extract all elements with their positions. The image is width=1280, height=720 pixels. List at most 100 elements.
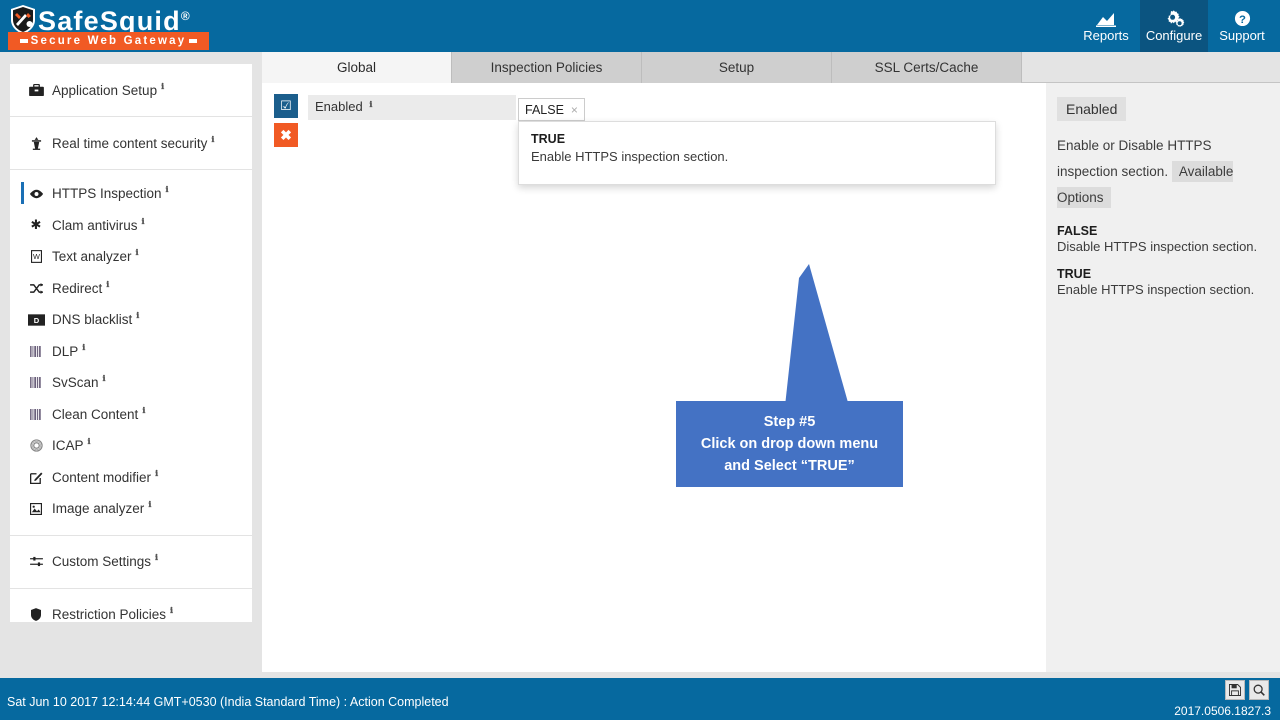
info-panel-title: Enabled (1057, 97, 1126, 121)
sidebar-label-image-analyzer: Image analyzer (52, 501, 144, 516)
info-icon[interactable]: ℹ (103, 374, 106, 383)
tab-ssl-certs-cache[interactable]: SSL Certs/Cache (832, 52, 1022, 83)
sidebar-item-clean-content[interactable]: Clean Content ℹ (10, 399, 252, 431)
sidebar-item-application-setup[interactable]: Application Setup ℹ (10, 64, 252, 116)
clear-icon[interactable]: × (571, 103, 578, 117)
asterisk-icon: ✱ (26, 217, 46, 233)
eye-icon (26, 189, 46, 199)
info-icon[interactable]: ℹ (148, 500, 151, 509)
sidebar-label-clam-antivirus: Clam antivirus (52, 218, 138, 233)
sidebar-label-https-inspection: HTTPS Inspection (52, 186, 162, 201)
sidebar-item-image-analyzer[interactable]: Image analyzer ℹ (10, 493, 252, 525)
tab-global[interactable]: Global (262, 52, 452, 83)
info-option-desc-true: Enable HTTPS inspection section. (1057, 282, 1270, 297)
info-icon[interactable]: ℹ (369, 100, 372, 109)
app-header: SafeSquid® Secure Web Gateway Reports (0, 0, 1280, 52)
info-panel: Enabled Enable or Disable HTTPS inspecti… (1046, 83, 1280, 672)
enabled-select[interactable]: FALSE × (518, 98, 585, 121)
question-circle-icon: ? (1234, 10, 1251, 28)
sidebar-label-custom-settings: Custom Settings (52, 554, 151, 569)
brand-logo[interactable]: SafeSquid® Secure Web Gateway (6, 0, 211, 52)
tab-setup[interactable]: Setup (642, 52, 832, 83)
enable-checkbox-button[interactable]: ☑ (274, 94, 298, 118)
briefcase-icon (26, 84, 46, 96)
sidebar-item-https-inspection[interactable]: HTTPS Inspection ℹ (10, 178, 252, 210)
sidebar-item-dlp[interactable]: DLP ℹ (10, 336, 252, 368)
info-icon[interactable]: ℹ (136, 248, 139, 257)
info-icon[interactable]: ℹ (155, 469, 158, 478)
barcode-icon (26, 377, 46, 388)
info-icon[interactable]: ℹ (142, 217, 145, 226)
delete-row-button[interactable]: ✖ (274, 123, 298, 147)
info-icon[interactable]: ℹ (142, 406, 145, 415)
sidebar-navigation: Application Setup ℹ Real time content se… (10, 64, 252, 622)
sidebar-label-restriction-policies: Restriction Policies (52, 607, 166, 622)
topnav-item-support[interactable]: ? Support (1208, 0, 1276, 52)
main-content: ☑ ✖ Enabled ℹ FALSE × TRUE Enable HTTPS … (262, 83, 1046, 672)
dns-box-icon: D (26, 314, 46, 326)
gear-outline-icon (26, 439, 46, 452)
gears-icon (1163, 10, 1185, 28)
info-option-title-false: FALSE (1057, 224, 1270, 238)
sidebar-item-custom-settings[interactable]: Custom Settings ℹ (10, 536, 252, 588)
tab-label-ssl-certs-cache: SSL Certs/Cache (875, 60, 979, 75)
topnav-item-reports[interactable]: Reports (1072, 0, 1140, 52)
callout-arrow-icon (761, 264, 871, 406)
info-icon[interactable]: ℹ (106, 280, 109, 289)
dropdown-option-title-true: TRUE (531, 132, 983, 146)
tab-label-inspection-policies: Inspection Policies (491, 60, 603, 75)
status-bar: Sat Jun 10 2017 12:14:44 GMT+0530 (India… (0, 678, 1280, 720)
document-w-icon: W (26, 250, 46, 263)
sidebar-item-clam-antivirus[interactable]: ✱ Clam antivirus ℹ (10, 210, 252, 242)
tab-label-global: Global (337, 60, 376, 75)
tab-inspection-policies[interactable]: Inspection Policies (452, 52, 642, 83)
brand-name: SafeSquid® (38, 1, 190, 36)
sidebar-label-application-setup: Application Setup (52, 83, 157, 98)
sidebar-item-restriction-policies[interactable]: Restriction Policies ℹ (10, 589, 252, 641)
version-label: 2017.0506.1827.3 (1174, 704, 1271, 718)
tab-bar: Global Inspection Policies Setup SSL Cer… (262, 52, 1280, 83)
info-icon[interactable]: ℹ (170, 606, 173, 615)
sidebar-group-realtime: Real time content security ℹ (10, 117, 252, 170)
save-icon[interactable] (1225, 680, 1245, 700)
sidebar-item-icap[interactable]: ICAP ℹ (10, 430, 252, 462)
callout-line-3: and Select “TRUE” (724, 455, 855, 477)
app-root: SafeSquid® Secure Web Gateway Reports (0, 0, 1280, 720)
info-option-true: TRUE Enable HTTPS inspection section. (1057, 267, 1270, 297)
row-action-buttons: ☑ ✖ (274, 94, 298, 152)
info-icon[interactable]: ℹ (136, 311, 139, 320)
dropdown-option-desc-true: Enable HTTPS inspection section. (531, 149, 983, 164)
sidebar-label-icap: ICAP (52, 438, 84, 453)
info-icon[interactable]: ℹ (166, 185, 169, 194)
sidebar-item-dns-blacklist[interactable]: D DNS blacklist ℹ (10, 304, 252, 336)
sidebar-item-real-time-content-security[interactable]: Real time content security ℹ (10, 117, 252, 169)
info-icon[interactable]: ℹ (211, 135, 214, 144)
edit-square-icon (26, 471, 46, 484)
search-icon[interactable] (1249, 680, 1269, 700)
topnav-item-configure[interactable]: Configure (1140, 0, 1208, 52)
sidebar-item-redirect[interactable]: Redirect ℹ (10, 273, 252, 305)
svg-text:D: D (33, 316, 39, 325)
field-label-text: Enabled (315, 99, 363, 114)
topnav-label-reports: Reports (1083, 29, 1129, 43)
tower-icon (26, 137, 46, 150)
enabled-select-dropdown[interactable]: TRUE Enable HTTPS inspection section. (518, 121, 996, 185)
sidebar-item-text-analyzer[interactable]: W Text analyzer ℹ (10, 241, 252, 273)
sidebar-label-dlp: DLP (52, 344, 78, 359)
shuffle-icon (26, 283, 46, 294)
barcode-icon (26, 346, 46, 357)
sidebar-label-svscan: SvScan (52, 375, 99, 390)
brand-tagline: Secure Web Gateway (8, 32, 209, 50)
top-navigation: Reports Configure (1072, 0, 1276, 52)
sidebar-label-clean-content: Clean Content (52, 407, 138, 422)
sidebar-label-dns-blacklist: DNS blacklist (52, 312, 132, 327)
sidebar-item-svscan[interactable]: SvScan ℹ (10, 367, 252, 399)
tab-label-setup: Setup (719, 60, 754, 75)
info-icon[interactable]: ℹ (161, 82, 164, 91)
info-icon[interactable]: ℹ (82, 343, 85, 352)
callout-line-2: Click on drop down menu (701, 433, 878, 455)
info-icon[interactable]: ℹ (88, 437, 91, 446)
info-icon[interactable]: ℹ (155, 553, 158, 562)
sidebar-item-content-modifier[interactable]: Content modifier ℹ (10, 462, 252, 494)
svg-text:W: W (33, 253, 40, 262)
